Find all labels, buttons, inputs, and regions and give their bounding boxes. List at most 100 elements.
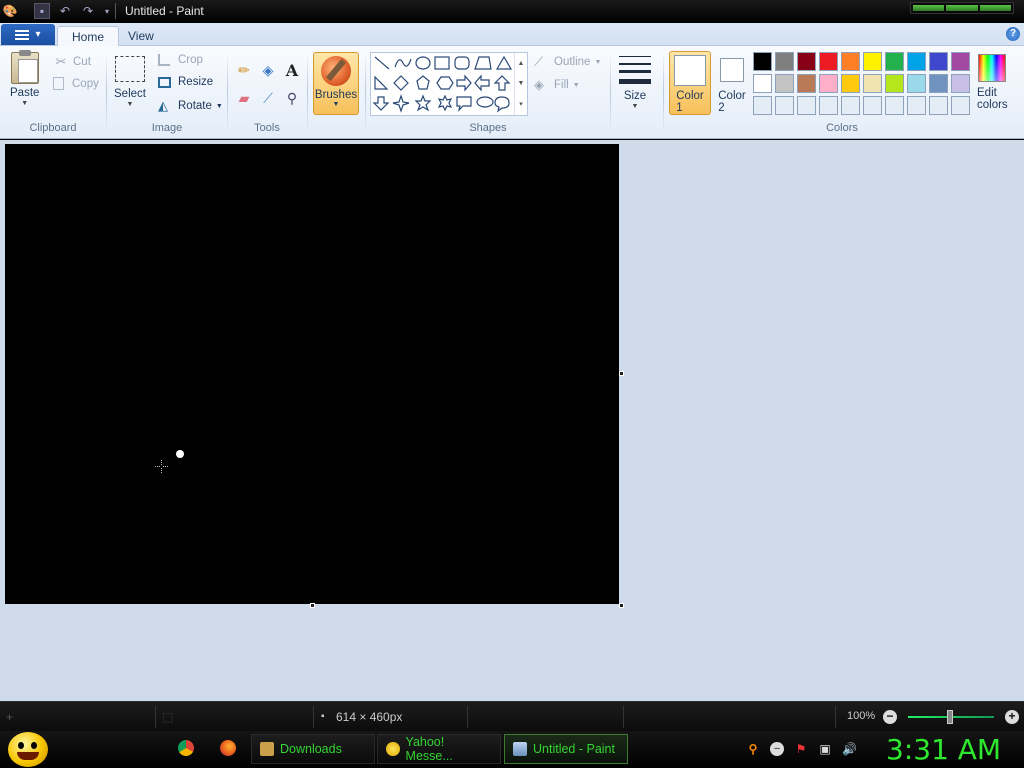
right-arrow-shape-icon [456, 74, 472, 92]
palette-color-swatch[interactable] [863, 96, 882, 115]
crop-button[interactable]: Crop [158, 54, 203, 66]
copy-button[interactable]: Copy [53, 77, 99, 90]
palette-color-swatch[interactable] [841, 96, 860, 115]
paint-app-icon[interactable]: 🎨 [2, 3, 18, 19]
outline-button[interactable]: ⟋ Outline ▼ [534, 54, 601, 70]
fill-button[interactable]: ◈ Fill ▼ [534, 77, 580, 93]
palette-color-swatch[interactable] [753, 52, 772, 71]
palette-color-swatch[interactable] [885, 52, 904, 71]
shapes-gallery-scroll[interactable]: ▲ ▼ ▾ [514, 53, 527, 115]
palette-color-swatch[interactable] [797, 96, 816, 115]
color2-swatch [720, 58, 744, 82]
paint-menu-button[interactable]: ▾ [1, 24, 55, 45]
palette-color-swatch[interactable] [929, 96, 948, 115]
palette-color-swatch[interactable] [819, 52, 838, 71]
palette-color-swatch[interactable] [907, 52, 926, 71]
ribbon: Paste ▼ ✂ Cut Copy Clipboard Select ▼ Cr… [0, 46, 1024, 139]
undo-icon[interactable]: ↶ [57, 3, 73, 19]
tab-view[interactable]: View [114, 26, 168, 47]
brushes-button[interactable]: Brushes ▼ [313, 52, 359, 115]
minimize-button[interactable] [913, 5, 945, 11]
title-bar: 🎨 ▪ ↶ ↷ ▾ Untitled - Paint [0, 0, 1024, 23]
drawing-canvas[interactable] [5, 144, 619, 604]
rotate-button[interactable]: ◭ Rotate ▼ [158, 98, 223, 114]
resize-button[interactable]: Resize [158, 76, 213, 88]
save-icon[interactable]: ▪ [34, 3, 50, 19]
palette-color-swatch[interactable] [907, 96, 926, 115]
resize-icon [158, 76, 171, 88]
chevron-down-icon: ▼ [594, 58, 602, 66]
palette-color-swatch[interactable] [907, 74, 926, 93]
palette-color-swatch[interactable] [929, 74, 948, 93]
magnifier-icon[interactable]: ⚲ [281, 88, 303, 108]
network-icon[interactable]: ▣ [818, 742, 832, 756]
fill-bucket-icon[interactable]: ◈ [257, 60, 279, 80]
palette-color-swatch[interactable] [797, 52, 816, 71]
zoom-out-button[interactable]: − [883, 710, 897, 724]
action-center-flag-icon[interactable]: ⚑ [794, 742, 808, 756]
color1-label: Color 1 [676, 90, 704, 114]
resize-handle-bottom[interactable] [310, 603, 315, 608]
messenger-status-icon[interactable]: – [770, 742, 784, 756]
palette-color-swatch[interactable] [841, 52, 860, 71]
resize-handle-corner[interactable] [619, 603, 624, 608]
edit-colors-button[interactable]: Edit colors [977, 54, 1008, 111]
palette-color-swatch[interactable] [951, 74, 970, 93]
cut-button[interactable]: ✂ Cut [53, 54, 91, 70]
palette-color-swatch[interactable] [929, 52, 948, 71]
paste-button[interactable]: Paste ▼ [10, 50, 39, 107]
scroll-up-icon[interactable]: ▲ [518, 60, 525, 67]
palette-color-swatch[interactable] [885, 74, 904, 93]
taskbar-item-yahoo-messenger[interactable]: Yahoo! Messe... [377, 734, 501, 764]
volume-icon[interactable]: 🔊 [842, 742, 857, 756]
chevron-down-icon: ▼ [332, 101, 340, 108]
maximize-button[interactable] [946, 5, 978, 11]
palette-color-swatch[interactable] [863, 74, 882, 93]
color2-button[interactable]: Color 2 [714, 51, 750, 115]
resize-handle-right[interactable] [619, 371, 624, 376]
taskbar-item-paint[interactable]: Untitled - Paint [504, 734, 628, 764]
taskbar-item-downloads[interactable]: Downloads [251, 734, 375, 764]
palette-color-swatch[interactable] [753, 96, 772, 115]
yahoo-messenger-icon [386, 742, 400, 756]
palette-color-swatch[interactable] [775, 52, 794, 71]
start-button[interactable] [8, 732, 48, 767]
eraser-icon[interactable]: ▰ [233, 88, 255, 108]
chrome-icon[interactable] [178, 740, 194, 756]
zoom-in-button[interactable]: + [1005, 710, 1019, 724]
pencil-icon[interactable]: ✏ [233, 60, 255, 80]
palette-color-swatch[interactable] [863, 52, 882, 71]
brushes-label: Brushes [314, 89, 358, 101]
text-tool-icon[interactable]: A [281, 60, 303, 80]
canvas-size-icon: ▪ [321, 711, 325, 722]
taskbar-clock[interactable]: 3:31 AM [886, 733, 1001, 766]
tab-home[interactable]: Home [57, 26, 120, 47]
line-width-icon [619, 56, 651, 84]
palette-color-swatch[interactable] [775, 74, 794, 93]
help-icon[interactable]: ? [1006, 27, 1020, 41]
customize-quick-access-icon[interactable]: ▾ [99, 3, 115, 19]
palette-color-swatch[interactable] [819, 96, 838, 115]
palette-color-swatch[interactable] [775, 96, 794, 115]
palette-color-swatch[interactable] [797, 74, 816, 93]
zoom-slider-thumb[interactable] [947, 710, 953, 724]
scroll-down-icon[interactable]: ▼ [518, 80, 525, 87]
shapes-gallery[interactable] [370, 52, 528, 116]
palette-color-swatch[interactable] [841, 74, 860, 93]
firefox-icon[interactable] [220, 740, 236, 756]
palette-color-swatch[interactable] [885, 96, 904, 115]
expand-gallery-icon[interactable]: ▾ [519, 100, 523, 108]
select-button[interactable]: Select ▼ [114, 52, 146, 108]
color2-label: Color 2 [718, 90, 746, 114]
palette-color-swatch[interactable] [753, 74, 772, 93]
palette-color-swatch[interactable] [819, 74, 838, 93]
palette-color-swatch[interactable] [951, 96, 970, 115]
size-button[interactable]: Size ▼ [619, 54, 651, 110]
redo-icon[interactable]: ↷ [80, 3, 96, 19]
color1-button[interactable]: Color 1 [669, 51, 711, 115]
palette-color-swatch[interactable] [951, 52, 970, 71]
color-picker-icon[interactable]: ⟋ [257, 88, 279, 108]
pentagon-shape-icon [416, 75, 430, 90]
close-button[interactable] [979, 5, 1011, 11]
search-icon[interactable]: ⚲ [746, 742, 760, 756]
